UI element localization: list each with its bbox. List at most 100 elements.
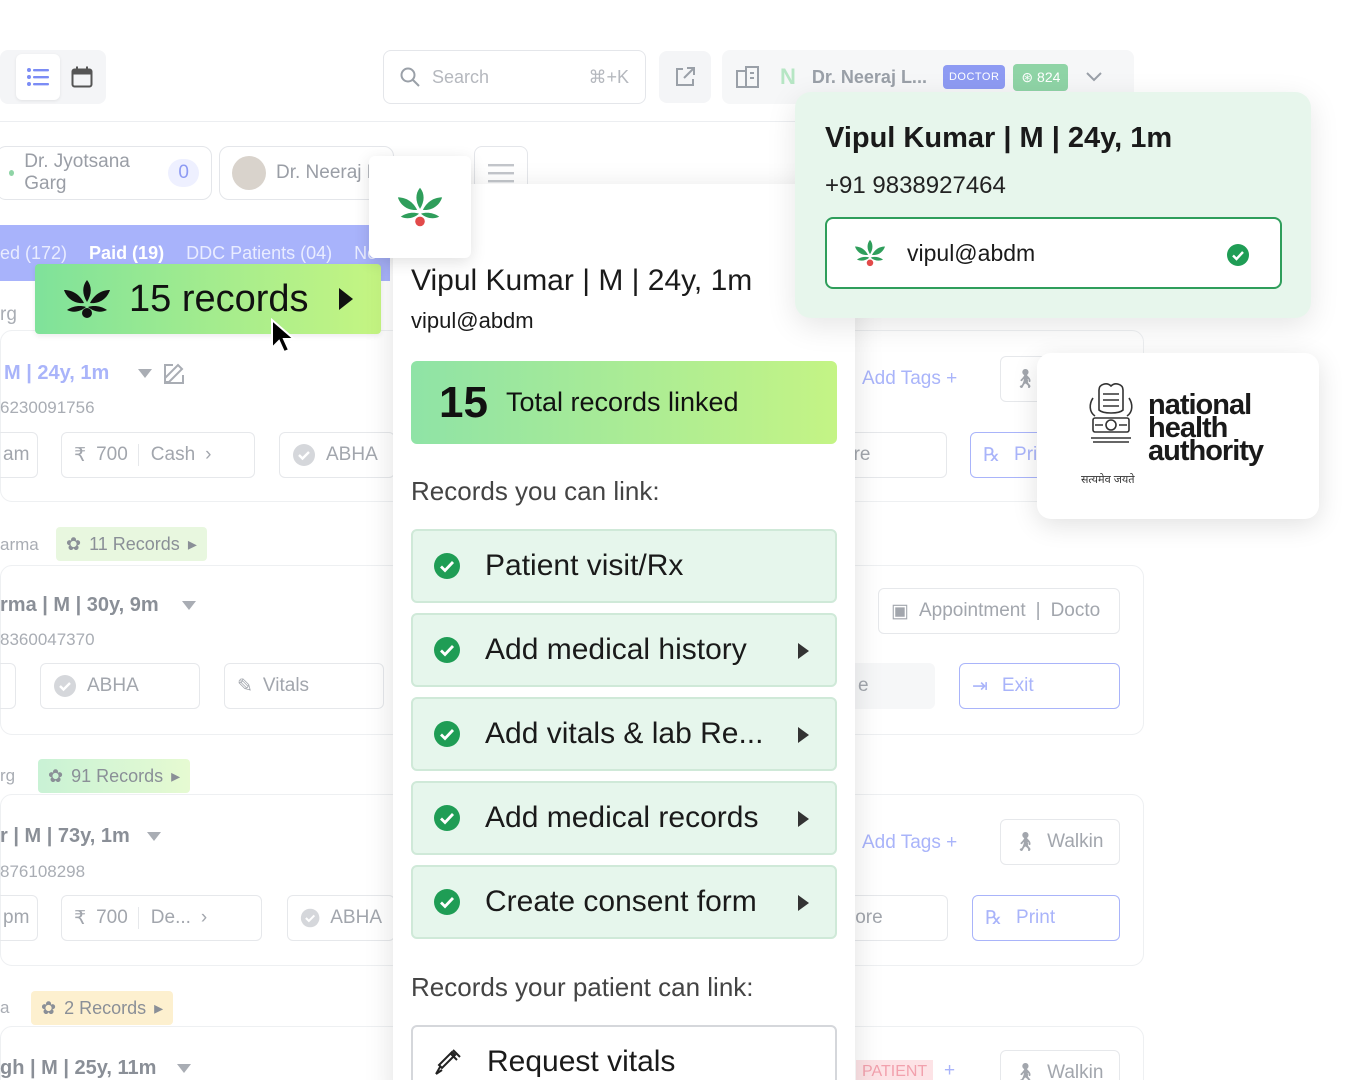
patient-phone: 8360047370	[0, 630, 95, 649]
patient-badge: PATIENT	[856, 1060, 934, 1080]
check-circle-icon	[434, 637, 460, 663]
panel-abha-address: vipul@abdm	[411, 308, 534, 333]
payment-pill[interactable]: ₹ 700 Cash ›	[61, 432, 255, 478]
add-tags-button[interactable]: Add Tags +	[862, 368, 957, 390]
more-label: lore	[851, 907, 883, 928]
calendar-icon	[71, 66, 93, 88]
chevron-right-icon: ›	[200, 907, 208, 928]
patient-name[interactable]: M | 24y, 1m	[4, 362, 109, 385]
abha-pill[interactable]: ABHA	[287, 895, 395, 941]
request-vitals-item[interactable]: Request vitals	[411, 1025, 837, 1080]
list-icon	[27, 68, 49, 86]
vitals-pill[interactable]: ✎ Vitals	[224, 663, 384, 709]
external-link-icon	[676, 67, 695, 86]
search-placeholder: Search	[432, 66, 490, 87]
records-chip[interactable]: 15 records	[35, 264, 381, 334]
check-circle-icon	[54, 675, 76, 697]
appointment-label: Appointment	[918, 600, 1026, 621]
rupee-icon: ₹	[74, 907, 87, 929]
filter-tab-paid[interactable]: Paid (19)	[89, 243, 164, 264]
link-item-vitals-lab[interactable]: Add vitals & lab Re...	[411, 697, 837, 771]
caret-down-icon[interactable]	[147, 832, 161, 842]
more-pill[interactable]: e	[845, 663, 935, 709]
caret-right-icon	[798, 895, 809, 911]
print-button[interactable]: ℞ Print	[972, 895, 1120, 941]
link-item-label: Add vitals & lab Re...	[485, 717, 764, 750]
walkin-label: Walkin	[1047, 1062, 1104, 1080]
payment-pill[interactable]: ₹ 700 De... ›	[61, 895, 262, 941]
syringe-icon	[435, 1049, 461, 1075]
records-chip-label: 15 records	[129, 277, 309, 320]
walk-icon: 🚶︎	[1013, 1063, 1038, 1080]
points-badge: ⊛ 824	[1013, 63, 1069, 91]
records-count: 91 Records	[71, 765, 164, 786]
prescription-icon: ℞	[983, 444, 1001, 466]
open-external-button[interactable]	[659, 51, 711, 103]
check-circle-icon	[300, 908, 320, 928]
leaf-icon: ✿	[66, 533, 82, 554]
doctor-tab-name: Dr. Neeraj L	[276, 162, 378, 183]
walkin-pill[interactable]: 🚶︎ Walkin	[1000, 819, 1120, 865]
filter-tab[interactable]: ed (172)	[0, 243, 67, 264]
rupee-icon: ₹	[74, 444, 87, 466]
search-icon	[400, 67, 420, 87]
records-count: 2 Records	[64, 997, 147, 1018]
link-item-patient-visit[interactable]: Patient visit/Rx	[411, 529, 837, 603]
link-item-label: Add medical records	[485, 801, 759, 834]
leaf-icon: ✿	[48, 765, 64, 786]
patient-name[interactable]: rma | M | 30y, 9m	[0, 594, 159, 617]
role-badge: DOCTOR	[942, 65, 1006, 89]
filter-tab-ddc[interactable]: DDC Patients (04)	[186, 243, 332, 264]
patient-name[interactable]: gh | M | 25y, 11m	[0, 1057, 156, 1080]
total-records-banner: 15 Total records linked	[411, 361, 837, 444]
search-shortcut: ⌘+K	[588, 66, 629, 87]
records-tag[interactable]: ✿ 11 Records ▸	[56, 527, 207, 561]
add-tag-plus[interactable]: +	[944, 1060, 955, 1080]
row-tag: rg	[0, 304, 17, 325]
abha-pill[interactable]: ABHA	[40, 663, 200, 709]
verified-check-icon	[1227, 244, 1249, 266]
calendar-view-button[interactable]	[60, 54, 104, 100]
mouse-cursor-icon	[271, 318, 296, 354]
total-records-label: Total records linked	[505, 387, 739, 417]
add-tags-button[interactable]: Add Tags +	[862, 832, 957, 854]
doctor-tab-jyotsana[interactable]: Dr. Jyotsana Garg 0	[0, 146, 212, 200]
records-tag[interactable]: ✿ 91 Records ▸	[38, 759, 191, 793]
caret-right-icon	[338, 288, 353, 310]
abha-address-field[interactable]: vipul@abdm	[825, 217, 1282, 289]
caret-down-icon[interactable]	[177, 1064, 191, 1074]
abha-label: ABHA	[330, 907, 382, 928]
patient-name[interactable]: r | M | 73y, 1m	[0, 825, 130, 848]
caret-down-icon[interactable]	[182, 601, 196, 611]
caret-right-icon	[798, 727, 809, 743]
amount: 700	[96, 444, 128, 465]
link-item-medical-records[interactable]: Add medical records	[411, 781, 837, 855]
abha-pill[interactable]: ABHA	[279, 432, 395, 478]
exit-button[interactable]: ⇥ Exit	[959, 663, 1120, 709]
doctor-tab-neeraj[interactable]: Dr. Neeraj L	[219, 146, 394, 200]
building-icon	[736, 66, 759, 88]
edit-icon[interactable]	[162, 362, 186, 386]
list-view-button[interactable]	[16, 54, 60, 100]
prescription-icon: ℞	[985, 907, 1003, 929]
link-item-consent-form[interactable]: Create consent form	[411, 865, 837, 939]
link-item-medical-history[interactable]: Add medical history	[411, 613, 837, 687]
check-circle-icon	[293, 444, 315, 466]
print-label: Pri	[1014, 444, 1038, 465]
payment-mode: De...	[137, 907, 191, 929]
records-tag[interactable]: ✿ 2 Records ▸	[31, 991, 174, 1025]
appointment-pill[interactable]: ▣ Appointment | Docto	[878, 588, 1120, 634]
abha-address-value: vipul@abdm	[907, 239, 1036, 266]
caret-down-icon[interactable]	[138, 369, 152, 379]
row-tag: arma	[0, 535, 39, 554]
walkin-pill[interactable]: 🚶︎ Walkin	[1000, 1050, 1120, 1080]
search-input[interactable]: Search ⌘+K	[383, 50, 646, 104]
user-initial: N	[780, 64, 796, 89]
time-text: pm	[3, 907, 30, 928]
check-circle-icon	[434, 553, 460, 579]
abdm-logo	[369, 156, 471, 258]
separator: |	[1035, 600, 1041, 621]
walkin-label: Walkin	[1047, 831, 1104, 852]
time-pill: am	[0, 432, 38, 478]
status-pill	[0, 663, 16, 709]
